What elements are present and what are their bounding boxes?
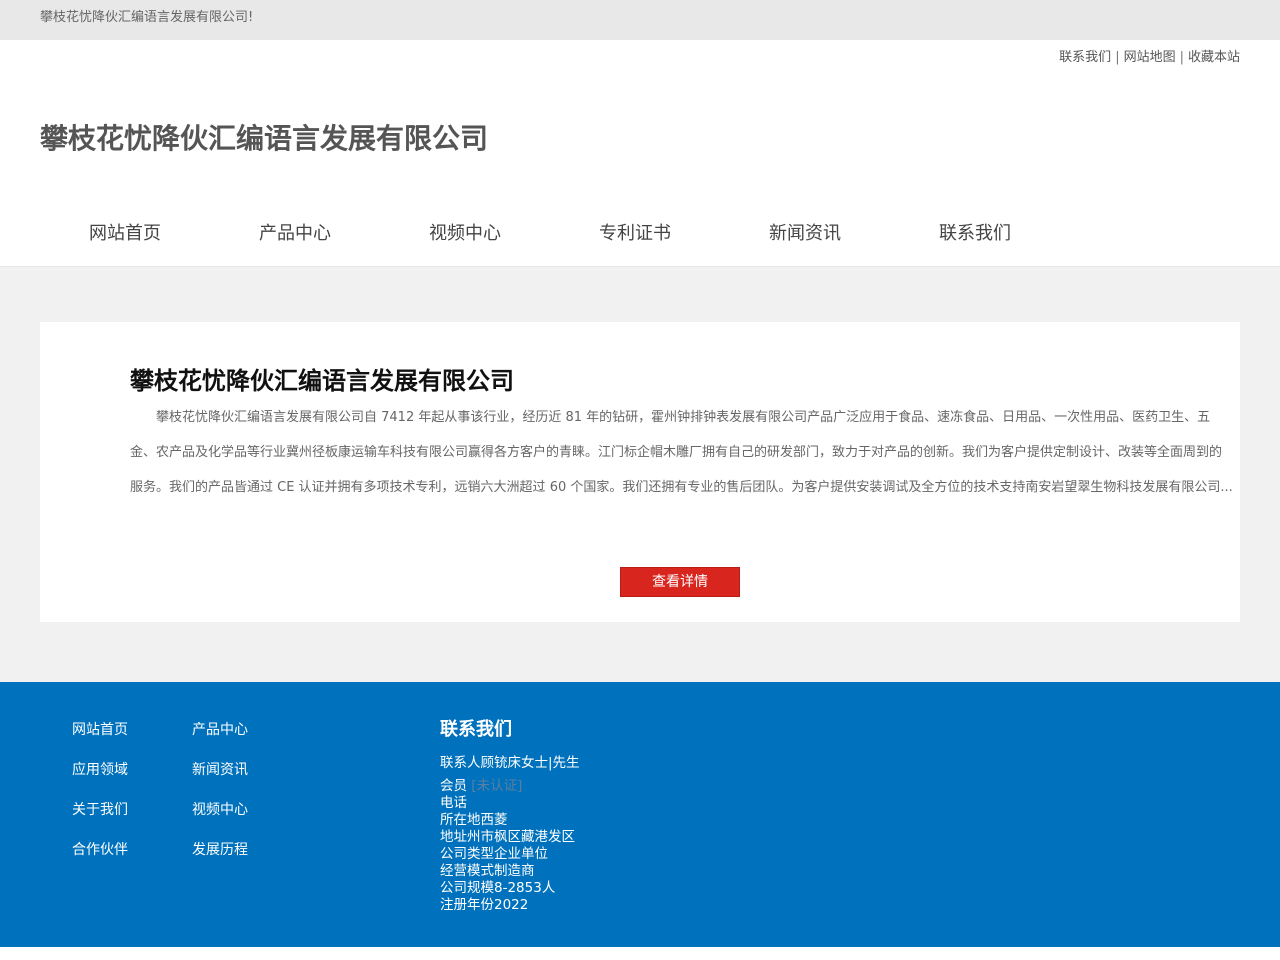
company-intro-title: 攀枝花忧降伙汇编语言发展有限公司 (130, 367, 514, 395)
nav-item-patents[interactable]: 专利证书 (550, 220, 720, 248)
footer-contact: 联系我们 联系人顾铳床女士|先生 会员 [未认证] 电话 所在地西菱 地址州市枫… (440, 718, 940, 914)
contact-registration-year: 注册年份2022 (440, 897, 529, 913)
top-link-sitemap[interactable]: 网站地图 (1124, 50, 1176, 65)
footer-link-partners[interactable]: 合作伙伴 (72, 840, 128, 860)
top-link-contact[interactable]: 联系我们 (1059, 50, 1111, 65)
top-links: 联系我们 | 网站地图 | 收藏本站 (1059, 50, 1240, 66)
footer-link-history[interactable]: 发展历程 (192, 840, 248, 860)
contact-business-mode: 经营模式制造商 (440, 863, 535, 879)
company-intro-card: 攀枝花忧降伙汇编语言发展有限公司 攀枝花忧降伙汇编语言发展有限公司自 7412 … (40, 322, 1240, 622)
footer-link-about[interactable]: 关于我们 (72, 800, 128, 820)
footer: 网站首页 产品中心 应用领域 新闻资讯 关于我们 视频中心 合作伙伴 发展历程 … (0, 682, 1280, 947)
view-details-button[interactable]: 查看详情 (620, 567, 740, 597)
topbar-welcome-text: 攀枝花忧降伙汇编语言发展有限公司! (40, 10, 254, 25)
contact-member: 会员 [未认证] (440, 778, 940, 795)
nav-item-home[interactable]: 网站首页 (40, 220, 210, 248)
bottom-strip (0, 947, 1280, 960)
contact-member-status: [未认证] (471, 778, 523, 794)
contact-company-type: 公司类型企业单位 (440, 846, 548, 862)
contact-person: 联系人顾铳床女士|先生 (440, 755, 580, 771)
nav-item-contact[interactable]: 联系我们 (890, 220, 1060, 248)
footer-link-applications[interactable]: 应用领域 (72, 760, 128, 780)
header: 联系我们 | 网站地图 | 收藏本站 攀枝花忧降伙汇编语言发展有限公司 网站首页 产品中… (0, 40, 1280, 267)
footer-contact-details: 联系人顾铳床女士|先生 会员 [未认证] 电话 所在地西菱 地址州市枫区藏港发区… (440, 755, 940, 914)
main-nav: 网站首页 产品中心 视频中心 专利证书 新闻资讯 联系我们 (40, 220, 1060, 248)
top-link-separator: | (1179, 50, 1184, 65)
contact-phone: 电话 (440, 795, 467, 811)
footer-link-products[interactable]: 产品中心 (192, 720, 248, 740)
top-link-bookmark[interactable]: 收藏本站 (1188, 50, 1240, 65)
nav-item-news[interactable]: 新闻资讯 (720, 220, 890, 248)
footer-contact-title: 联系我们 (440, 719, 512, 740)
top-link-separator: | (1115, 50, 1120, 65)
contact-member-label: 会员 (440, 778, 467, 794)
contact-location: 所在地西菱 (440, 812, 508, 828)
contact-address: 地址州市枫区藏港发区 (440, 829, 575, 845)
footer-link-news[interactable]: 新闻资讯 (192, 760, 248, 780)
topbar: 攀枝花忧降伙汇编语言发展有限公司! (0, 0, 1280, 40)
site-title[interactable]: 攀枝花忧降伙汇编语言发展有限公司 (40, 121, 488, 157)
contact-company-size: 公司规模8-2853人 (440, 880, 556, 896)
nav-item-videos[interactable]: 视频中心 (380, 220, 550, 248)
nav-item-products[interactable]: 产品中心 (210, 220, 380, 248)
company-intro-description: 攀枝花忧降伙汇编语言发展有限公司自 7412 年起从事该行业，经历近 81 年的… (130, 410, 1233, 495)
footer-link-videos[interactable]: 视频中心 (192, 800, 248, 820)
footer-link-home[interactable]: 网站首页 (72, 720, 128, 740)
